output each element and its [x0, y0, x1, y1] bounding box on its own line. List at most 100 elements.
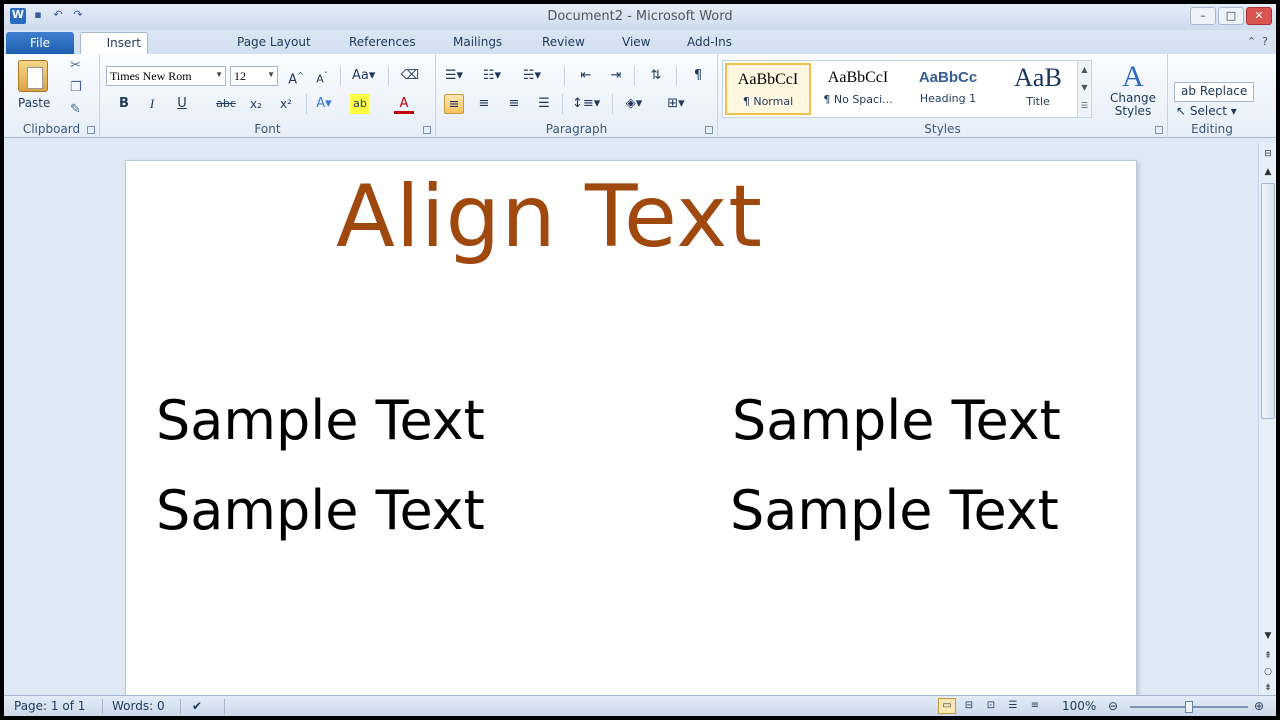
zoom-level[interactable]: 100%: [1062, 699, 1096, 713]
outline-icon[interactable]: ☰: [1004, 698, 1022, 714]
minimize-ribbon-icon[interactable]: ⌃: [1247, 35, 1256, 48]
browse-object-icon[interactable]: ○: [1261, 665, 1275, 679]
borders-icon[interactable]: ⊞▾: [666, 94, 686, 114]
copy-icon[interactable]: ❐: [70, 80, 82, 95]
select-button[interactable]: ↖ Select ▾: [1174, 104, 1237, 124]
paste-icon[interactable]: [18, 60, 48, 92]
zoom-slider[interactable]: [1130, 701, 1248, 713]
sample-text-bottom-left[interactable]: Sample Text: [156, 479, 485, 542]
tab-page-layout[interactable]: Page Layout: [237, 35, 311, 49]
print-layout-icon[interactable]: ▭: [938, 698, 956, 714]
sort-icon[interactable]: ⇅: [646, 66, 666, 86]
page-count[interactable]: Page: 1 of 1: [14, 699, 85, 713]
maximize-icon[interactable]: □: [1218, 7, 1244, 25]
style-title[interactable]: AaB Title: [995, 63, 1081, 115]
sample-text-bottom-right[interactable]: Sample Text: [730, 479, 1059, 542]
scroll-thumb[interactable]: [1261, 183, 1275, 419]
align-center-button[interactable]: ≡: [474, 94, 494, 114]
text-effects-icon[interactable]: A▾: [314, 94, 334, 114]
font-group-label: Font: [254, 122, 281, 136]
clipboard-launcher-icon[interactable]: [87, 126, 95, 134]
show-formatting-button[interactable]: ¶: [688, 66, 708, 86]
chevron-down-icon: ▼: [267, 70, 275, 79]
tab-mailings[interactable]: Mailings: [453, 35, 502, 49]
tab-view[interactable]: View: [622, 35, 650, 49]
previous-page-icon[interactable]: ⇞: [1261, 649, 1275, 663]
scroll-down-icon[interactable]: ▼: [1261, 629, 1275, 643]
help-icon[interactable]: ?: [1262, 35, 1268, 48]
style-no-spacing-name: ¶ No Spaci...: [823, 93, 893, 106]
draft-icon[interactable]: ≡: [1026, 698, 1044, 714]
grow-font-button[interactable]: A^: [286, 66, 306, 87]
format-painter-icon[interactable]: ✎: [70, 102, 81, 117]
separator: [564, 66, 565, 86]
vertical-scrollbar[interactable]: ⊟ ▲ ▼ ⇞ ○ ⇟: [1258, 143, 1276, 697]
next-page-icon[interactable]: ⇟: [1261, 681, 1275, 695]
change-styles-button[interactable]: A Change Styles: [1102, 62, 1164, 118]
gallery-up-icon[interactable]: ▲: [1078, 61, 1091, 79]
style-no-spacing-sample: AaBbCcI: [827, 69, 889, 86]
separator: [306, 94, 307, 114]
bullets-icon[interactable]: ☰▾: [444, 66, 464, 86]
font-size-select[interactable]: 12 ▼: [230, 66, 278, 86]
cut-icon[interactable]: ✂: [70, 58, 81, 73]
styles-launcher-icon[interactable]: [1155, 126, 1163, 134]
tab-insert[interactable]: Insert: [80, 32, 148, 54]
numbering-icon[interactable]: ☷▾: [482, 66, 502, 86]
window-controls: – □ ✕: [1190, 7, 1272, 25]
document-page[interactable]: Align Text Sample Text Sample Text Sampl…: [125, 160, 1137, 700]
paste-button[interactable]: Paste: [18, 96, 50, 110]
style-normal[interactable]: AaBbCcI ¶ Normal: [725, 63, 811, 115]
increase-indent-icon[interactable]: ⇥: [606, 66, 626, 86]
subscript-button[interactable]: x₂: [246, 94, 266, 114]
decrease-indent-icon[interactable]: ⇤: [576, 66, 596, 86]
ribbon: Paste ✂ ❐ ✎ Clipboard Times New Rom ▼ 12 ▼…: [4, 54, 1276, 138]
separator: [102, 699, 103, 714]
underline-button[interactable]: U: [172, 94, 192, 114]
ruler-toggle-icon[interactable]: ⊟: [1261, 147, 1275, 161]
styles-gallery: AaBbCcI ¶ Normal AaBbCcI ¶ No Spaci... A…: [722, 60, 1092, 118]
clear-formatting-icon[interactable]: ⌫: [400, 66, 420, 86]
zoom-in-icon[interactable]: ⊕: [1254, 699, 1264, 713]
style-heading-1[interactable]: AaBbCc Heading 1: [905, 63, 991, 115]
proofing-icon[interactable]: ✔: [192, 699, 202, 713]
tab-references[interactable]: References: [349, 35, 416, 49]
font-launcher-icon[interactable]: [423, 126, 431, 134]
word-count[interactable]: Words: 0: [112, 699, 165, 713]
scroll-up-icon[interactable]: ▲: [1261, 165, 1275, 179]
align-right-button[interactable]: ≡: [504, 94, 524, 114]
tab-add-ins[interactable]: Add-Ins: [687, 35, 732, 49]
paragraph-launcher-icon[interactable]: [705, 126, 713, 134]
bold-button[interactable]: B: [114, 94, 134, 114]
minimize-icon[interactable]: –: [1190, 7, 1216, 25]
zoom-slider-thumb[interactable]: [1185, 701, 1193, 713]
clipboard-group: Paste ✂ ❐ ✎ Clipboard: [4, 54, 100, 138]
highlight-icon[interactable]: ab: [350, 94, 370, 114]
style-no-spacing[interactable]: AaBbCcI ¶ No Spaci...: [815, 63, 901, 115]
web-layout-icon[interactable]: ⊡: [982, 698, 1000, 714]
italic-button[interactable]: I: [142, 94, 162, 114]
sample-text-top-left[interactable]: Sample Text: [156, 389, 485, 452]
align-text-heading[interactable]: Align Text: [336, 167, 763, 267]
font-family-select[interactable]: Times New Rom ▼: [106, 66, 226, 86]
change-styles-label: Change Styles: [1110, 91, 1156, 118]
shrink-font-button[interactable]: Aˇ: [312, 66, 332, 86]
sample-text-top-right[interactable]: Sample Text: [732, 389, 1061, 452]
gallery-down-icon[interactable]: ▼: [1078, 79, 1091, 97]
superscript-button[interactable]: x²: [276, 94, 296, 114]
line-spacing-icon[interactable]: ↕≡▾: [572, 94, 600, 114]
tab-review[interactable]: Review: [542, 35, 585, 49]
multilevel-list-icon[interactable]: ☵▾: [522, 66, 542, 86]
strikethrough-button[interactable]: abc: [216, 94, 236, 114]
font-color-icon[interactable]: A: [394, 94, 414, 114]
tab-file[interactable]: File: [6, 32, 74, 54]
change-case-button[interactable]: Aa▾: [352, 66, 375, 86]
align-left-button[interactable]: ≡: [444, 94, 464, 114]
justify-button[interactable]: ☰: [534, 94, 554, 114]
zoom-out-icon[interactable]: ⊖: [1108, 699, 1118, 713]
close-icon[interactable]: ✕: [1246, 7, 1272, 25]
replace-button[interactable]: ab Replace: [1174, 82, 1255, 102]
full-screen-reading-icon[interactable]: ⊟: [960, 698, 978, 714]
shading-icon[interactable]: ◈▾: [624, 94, 644, 114]
gallery-more-icon[interactable]: ☰: [1078, 97, 1091, 115]
